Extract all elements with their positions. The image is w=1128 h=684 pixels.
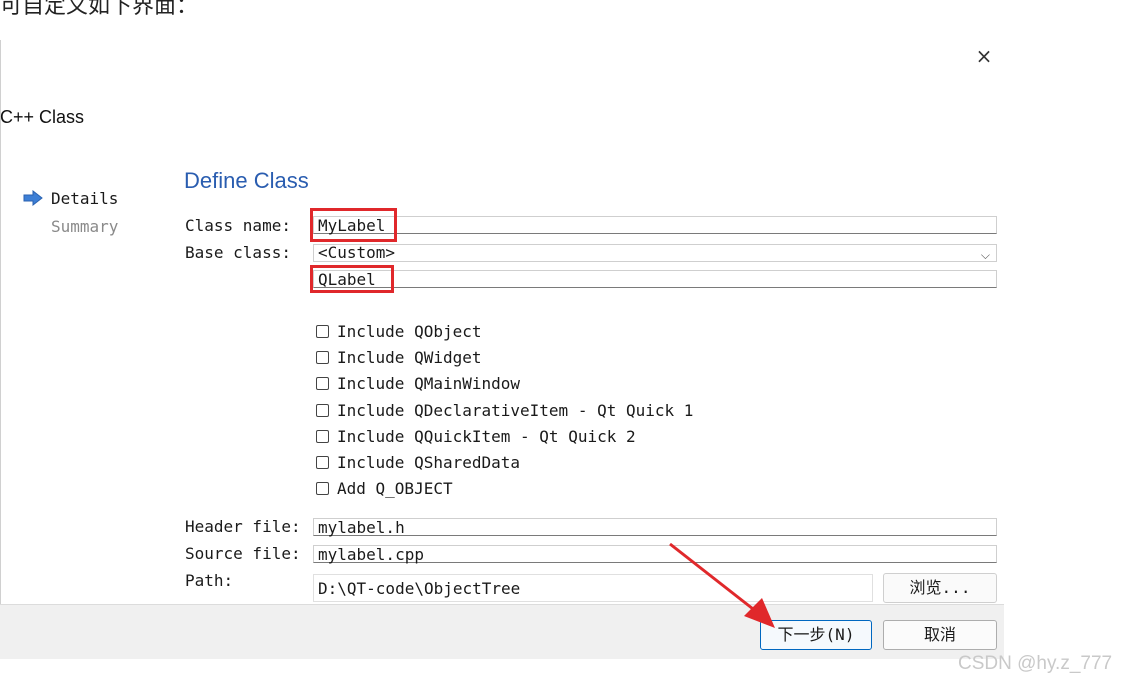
path-label: Path: <box>185 571 234 590</box>
checkbox-box[interactable] <box>316 456 329 470</box>
close-button[interactable]: × <box>972 44 996 68</box>
checkbox-include-qquickitem[interactable]: Include QQuickItem - Qt Quick 2 <box>316 423 693 449</box>
checkbox-include-qmainwindow[interactable]: Include QMainWindow <box>316 371 693 397</box>
source-file-label: Source file: <box>185 544 301 563</box>
checkbox-label: Include QSharedData <box>337 453 521 473</box>
checkbox-include-qobject[interactable]: Include QObject <box>316 318 693 344</box>
step-summary-label: Summary <box>51 216 119 236</box>
class-name-highlight <box>310 208 397 242</box>
next-button[interactable]: 下一步(N) <box>760 620 872 650</box>
checkbox-box[interactable] <box>316 482 329 496</box>
path-input[interactable]: D:\QT-code\ObjectTree <box>313 574 873 602</box>
checkbox-box[interactable] <box>316 403 329 417</box>
current-step-arrow-icon <box>23 190 43 206</box>
header-file-label: Header file: <box>185 517 301 536</box>
checkbox-label: Include QMainWindow <box>337 374 521 394</box>
class-name-label: Class name: <box>185 216 291 235</box>
custom-base-highlight <box>310 265 394 293</box>
checkbox-label: Include QQuickItem - Qt Quick 2 <box>337 426 636 446</box>
checkbox-label: Include QWidget <box>337 347 482 367</box>
checkbox-box[interactable] <box>316 377 329 391</box>
page-title: Define Class <box>184 168 309 193</box>
base-class-label: Base class: <box>185 243 291 262</box>
checkbox-add-q-object[interactable]: Add Q_OBJECT <box>316 476 693 502</box>
step-details-label: Details <box>51 188 119 208</box>
watermark: CSDN @hy.z_777 <box>958 653 1113 674</box>
step-summary: Summary <box>22 212 118 240</box>
checkbox-label: Include QObject <box>337 321 482 341</box>
checkbox-label: Add Q_OBJECT <box>337 479 453 499</box>
cancel-button[interactable]: 取消 <box>883 620 997 650</box>
wizard-title: C++ Class <box>0 107 85 127</box>
checkbox-include-qwidget[interactable]: Include QWidget <box>316 344 693 370</box>
checkbox-include-qdeclarativeitem[interactable]: Include QDeclarativeItem - Qt Quick 1 <box>316 397 693 423</box>
browse-button[interactable]: 浏览... <box>883 573 997 603</box>
class-name-input[interactable]: MyLabel <box>313 216 997 235</box>
checkbox-label: Include QDeclarativeItem - Qt Quick 1 <box>337 400 694 420</box>
wizard-steps: Details Summary <box>22 184 118 240</box>
chevron-down-icon: ⌵ <box>980 248 990 262</box>
base-class-selected: <Custom> <box>318 244 396 262</box>
step-details: Details <box>22 184 118 212</box>
checkbox-box[interactable] <box>316 324 329 338</box>
checkbox-box[interactable] <box>316 350 329 364</box>
options-checklist: Include QObject Include QWidget Include … <box>316 318 693 502</box>
top-caption: 可自定义如下界面： <box>0 0 199 18</box>
checkbox-box[interactable] <box>316 429 329 443</box>
source-file-input[interactable]: mylabel.cpp <box>313 545 997 564</box>
base-class-select[interactable]: <Custom> ⌵ <box>313 244 997 262</box>
custom-base-class-input[interactable]: QLabel <box>313 270 997 289</box>
checkbox-include-qshareddata[interactable]: Include QSharedData <box>316 449 693 475</box>
header-file-input[interactable]: mylabel.h <box>313 518 997 537</box>
